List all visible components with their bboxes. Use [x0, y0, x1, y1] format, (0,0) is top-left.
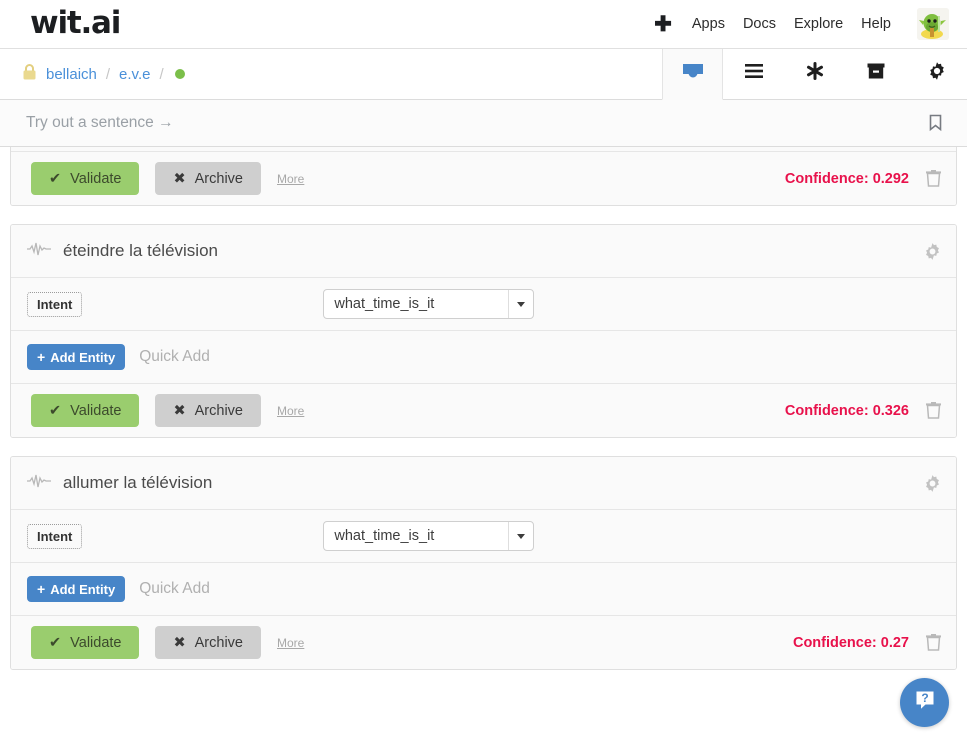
bookmark-icon[interactable] [924, 110, 947, 136]
archive-button[interactable]: ✖ Archive [155, 394, 261, 427]
archive-box-icon [866, 61, 886, 86]
chevron-down-icon [508, 290, 533, 318]
trash-icon[interactable] [925, 401, 942, 420]
svg-text:?: ? [921, 691, 928, 705]
plus-icon: + [37, 581, 46, 597]
nav-link-explore[interactable]: Explore [794, 16, 843, 32]
inbox-icon [682, 62, 704, 87]
tab-inbox[interactable] [662, 49, 723, 100]
card-actions-row: ✔ Validate ✖ Archive More Confidence: 0.… [11, 616, 956, 669]
lock-icon [22, 63, 37, 86]
app-tabs [662, 49, 967, 100]
tab-settings[interactable] [906, 49, 967, 99]
intent-select[interactable]: what_time_is_it [323, 289, 535, 319]
card-actions-row: ✔ Validate ✖ Archive More Confidence: 0.… [11, 152, 956, 205]
audio-waveform-icon [27, 241, 51, 262]
check-icon: ✔ [49, 170, 62, 187]
try-sentence-bar [0, 100, 967, 147]
wit-ai-logo[interactable]: wit.ai [30, 7, 121, 39]
tab-archive[interactable] [845, 49, 906, 99]
top-navigation-bar: wit.ai ✚ Apps Docs Explore Help [0, 0, 967, 49]
add-entity-button[interactable]: + Add Entity [27, 344, 126, 370]
validate-label: Validate [70, 634, 122, 651]
trash-icon[interactable] [925, 633, 942, 652]
breadcrumb-bar: bellaich / e.v.e / [0, 49, 967, 100]
check-icon: ✔ [49, 402, 62, 419]
nav-link-apps[interactable]: Apps [692, 16, 725, 32]
archive-button[interactable]: ✖ Archive [155, 626, 261, 659]
utterance-card: éteindre la télévision Intent what_time_… [10, 224, 957, 438]
close-icon: ✖ [173, 170, 186, 187]
card-title: éteindre la télévision [63, 241, 218, 260]
tab-understanding[interactable] [723, 49, 784, 99]
nav-link-docs[interactable]: Docs [743, 16, 776, 32]
gear-icon[interactable] [923, 474, 942, 493]
more-link[interactable]: More [277, 404, 304, 418]
list-icon [743, 62, 765, 85]
validate-label: Validate [70, 170, 122, 187]
check-icon: ✔ [49, 634, 62, 651]
quick-add-label[interactable]: Quick Add [139, 348, 210, 366]
validate-button[interactable]: ✔ Validate [31, 162, 140, 195]
top-nav-links: ✚ Apps Docs Explore Help [654, 8, 949, 40]
breadcrumb-owner[interactable]: bellaich [46, 66, 97, 83]
utterance-card: + Add Entity Quick Add ✔ Validate ✖ Arch… [10, 147, 957, 206]
archive-label: Archive [194, 634, 243, 651]
confidence-value: Confidence: 0.326 [784, 402, 909, 419]
nav-link-help[interactable]: Help [861, 16, 891, 32]
intent-row: Intent what_time_is_it [11, 510, 956, 563]
confidence-value: Confidence: 0.27 [792, 634, 909, 651]
intent-tag[interactable]: Intent [27, 291, 83, 317]
inbox-card-list: + Add Entity Quick Add ✔ Validate ✖ Arch… [0, 147, 967, 741]
archive-label: Archive [194, 402, 243, 419]
breadcrumb-app[interactable]: e.v.e [119, 66, 150, 83]
green-status-dot-icon [174, 69, 185, 79]
confidence-value: Confidence: 0.292 [784, 170, 909, 187]
utterance-card: allumer la télévision Intent what_time_i… [10, 456, 957, 670]
avatar[interactable] [917, 8, 949, 40]
help-question-bubble-icon: ? [913, 688, 937, 717]
intent-row: Intent what_time_is_it [11, 278, 956, 331]
help-button[interactable]: ? [900, 678, 949, 727]
gear-icon[interactable] [923, 242, 942, 261]
breadcrumb-separator-2: / [159, 65, 164, 83]
intent-select-value: what_time_is_it [334, 528, 435, 544]
intent-select-value: what_time_is_it [334, 296, 435, 312]
tab-entities[interactable] [784, 49, 845, 99]
validate-label: Validate [70, 402, 122, 419]
asterisk-icon [805, 61, 825, 86]
card-actions-row: ✔ Validate ✖ Archive More Confidence: 0.… [11, 384, 956, 437]
close-icon: ✖ [173, 634, 186, 651]
add-entity-label: Add Entity [50, 581, 116, 597]
archive-label: Archive [194, 170, 243, 187]
intent-select[interactable]: what_time_is_it [323, 521, 535, 551]
breadcrumb-separator-1: / [105, 65, 111, 83]
add-entity-label: Add Entity [50, 349, 116, 365]
validate-button[interactable]: ✔ Validate [31, 626, 140, 659]
close-icon: ✖ [173, 402, 186, 419]
more-link[interactable]: More [277, 636, 304, 650]
archive-button[interactable]: ✖ Archive [155, 162, 261, 195]
breadcrumb: bellaich / e.v.e / [0, 49, 662, 99]
gear-icon [927, 61, 947, 86]
more-link[interactable]: More [277, 172, 304, 186]
quick-add-label[interactable]: Quick Add [139, 580, 210, 598]
card-header: allumer la télévision [11, 457, 956, 510]
search-input[interactable] [26, 114, 924, 132]
chevron-down-icon [508, 522, 533, 550]
plus-icon: + [37, 349, 46, 365]
plus-icon[interactable]: ✚ [654, 14, 672, 35]
add-entity-button[interactable]: + Add Entity [27, 576, 126, 602]
intent-tag[interactable]: Intent [27, 523, 83, 549]
add-entity-row: + Add Entity Quick Add [11, 331, 956, 384]
trash-icon[interactable] [925, 169, 942, 188]
validate-button[interactable]: ✔ Validate [31, 394, 140, 427]
add-entity-row: + Add Entity Quick Add [11, 563, 956, 616]
audio-waveform-icon [27, 473, 51, 494]
card-header: éteindre la télévision [11, 225, 956, 278]
card-title: allumer la télévision [63, 473, 213, 492]
